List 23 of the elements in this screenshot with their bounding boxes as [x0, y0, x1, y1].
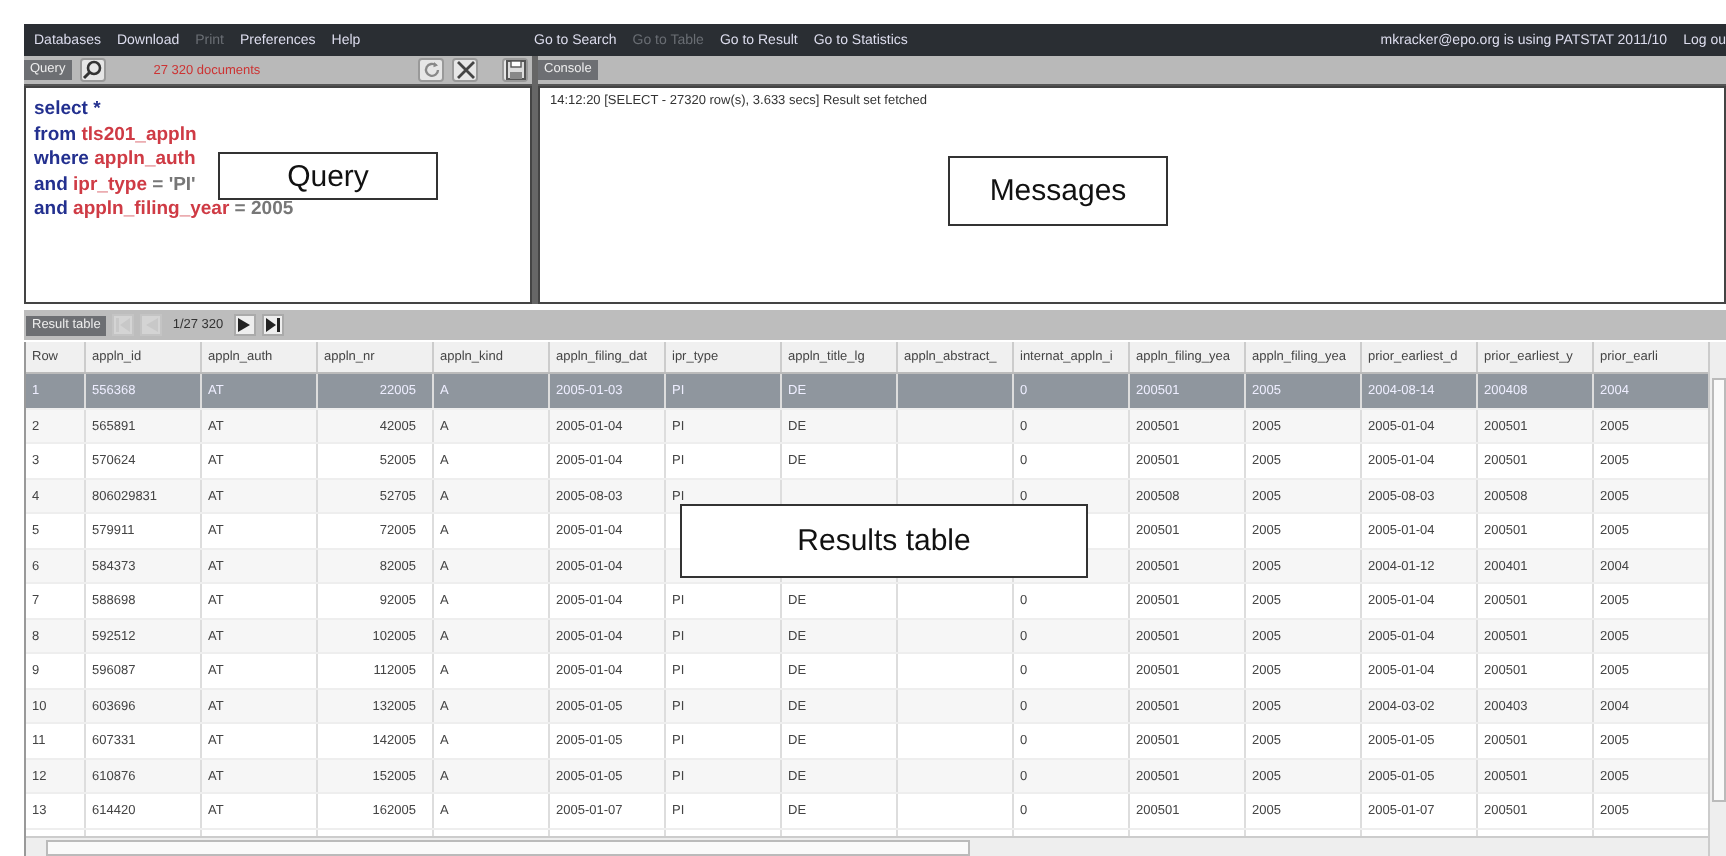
annotation-tooltip: Messages	[948, 156, 1168, 226]
query-line: from tls201_appln	[34, 123, 197, 148]
horizontal-scrollbar[interactable]	[26, 836, 1708, 856]
query-line: select *	[34, 98, 101, 123]
query-line: and ipr_type = 'PI'	[34, 173, 196, 198]
skip-forward-icon	[265, 318, 280, 332]
next-page-button[interactable]	[233, 314, 256, 336]
close-icon	[455, 60, 475, 80]
annotation-tooltip: Query	[218, 152, 438, 200]
search-button[interactable]	[79, 58, 106, 82]
query-line: and appln_filing_year = 2005	[34, 198, 294, 223]
close-button[interactable]	[452, 58, 478, 82]
play-icon	[238, 318, 251, 332]
vertical-scrollbar[interactable]	[1708, 342, 1726, 856]
save-button[interactable]	[502, 58, 528, 82]
search-icon	[82, 60, 103, 80]
refresh-button[interactable]	[418, 58, 444, 82]
query-line: where appln_auth	[34, 148, 196, 173]
scrollbar-thumb[interactable]	[1712, 378, 1726, 802]
annotation-tooltip: Results table	[680, 504, 1088, 578]
last-page-button[interactable]	[261, 314, 284, 336]
scrollbar-thumb[interactable]	[46, 840, 970, 856]
refresh-icon	[421, 60, 441, 80]
